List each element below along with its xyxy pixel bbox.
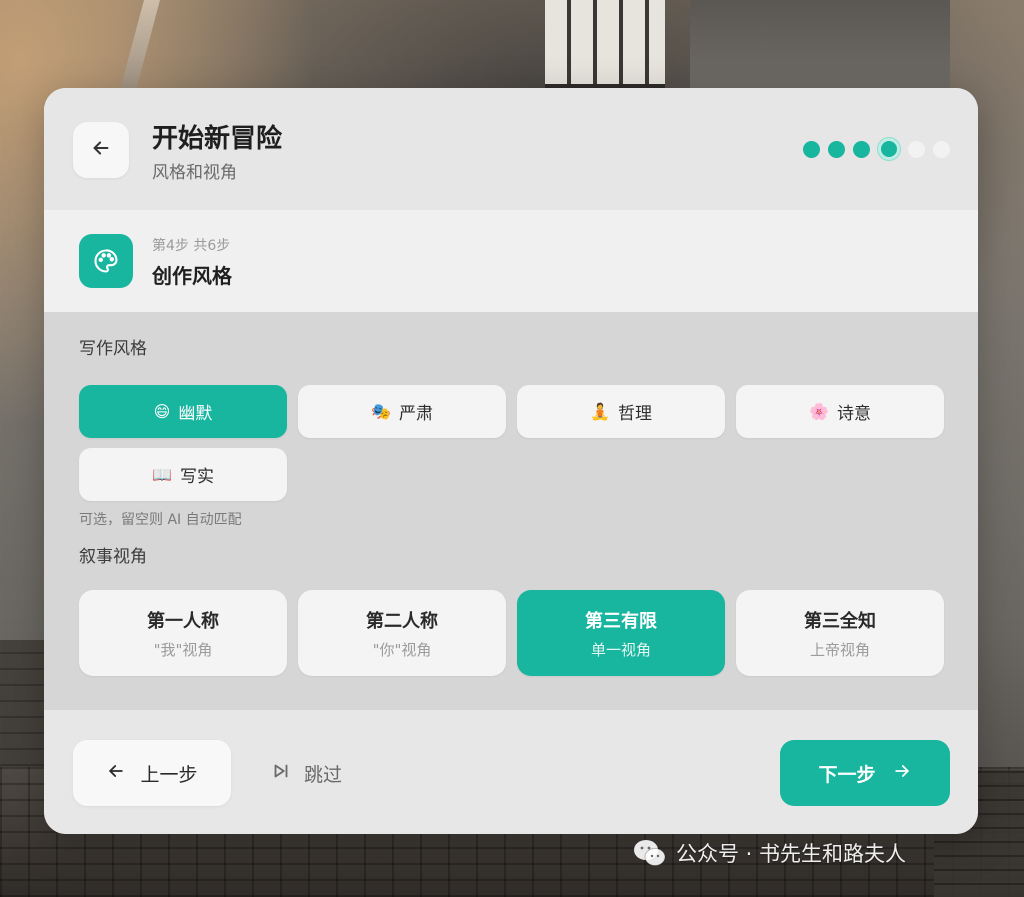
theater-masks-icon: 🎭 [371,401,391,421]
style-option-humor[interactable]: 😄 幽默 [79,385,287,438]
next-step-button[interactable]: 下一步 [780,740,950,806]
arrow-left-icon [106,761,126,786]
progress-dot-6 [933,140,950,158]
dialog-body: 写作风格 😄 幽默 🎭 严肃 🧘 哲理 🌸 诗意 📖 写实 可选，留空则 AI … [44,312,978,710]
meditation-icon: 🧘 [590,401,610,421]
style-option-poetic[interactable]: 🌸 诗意 [736,385,944,438]
step-count: 第4步 共6步 [152,238,231,254]
skip-forward-icon [270,760,292,787]
watermark: 公众号 · 书先生和路夫人 [632,838,906,868]
skip-label: 跳过 [304,763,343,786]
watermark-text: 公众号 · 书先生和路夫人 [676,842,907,866]
style-option-label: 写实 [179,467,214,487]
progress-dot-3 [853,140,870,158]
style-option-label: 严肃 [398,404,433,424]
style-option-label: 幽默 [178,404,213,424]
step-name: 创作风格 [152,264,232,288]
perspective-second-person[interactable]: 第二人称 "你"视角 [298,590,506,676]
perspective-third-limited[interactable]: 第三有限 单一视角 [517,590,725,676]
style-option-serious[interactable]: 🎭 严肃 [298,385,506,438]
dialog-subtitle: 风格和视角 [152,163,237,183]
progress-dot-1 [803,140,820,158]
progress-dot-5 [908,140,925,158]
background-building [690,0,950,90]
perspective-first-person[interactable]: 第一人称 "我"视角 [79,590,287,676]
previous-step-label: 上一步 [140,763,198,786]
perspective-label: 叙事视角 [79,547,147,567]
perspective-desc: "你"视角 [372,640,432,659]
dialog-header: 开始新冒险 风格和视角 [44,88,978,210]
perspective-title: 第一人称 [147,610,219,632]
perspective-desc: 单一视角 [590,640,651,659]
perspective-desc: 上帝视角 [809,640,870,659]
style-option-label: 诗意 [836,404,871,424]
new-adventure-dialog: 开始新冒险 风格和视角 第4步 共6步 创作风格 写作风格 😄 幽默 🎭 严肃 … [44,88,978,834]
previous-step-button[interactable]: 上一步 [73,740,231,806]
progress-dot-current [878,138,900,160]
dialog-footer: 上一步 跳过 下一步 [44,710,978,834]
progress-dot-2 [828,140,845,158]
style-option-label: 哲理 [617,404,652,424]
background-tower [545,0,665,90]
writing-style-label: 写作风格 [79,339,147,359]
cherry-blossom-icon: 🌸 [809,401,829,421]
step-info: 第4步 共6步 创作风格 [44,210,978,312]
palette-icon [79,234,133,288]
arrow-left-icon [90,137,112,163]
back-button[interactable] [73,122,129,178]
perspective-title: 第三有限 [585,610,657,632]
writing-style-hint: 可选，留空则 AI 自动匹配 [79,512,242,528]
perspective-title: 第二人称 [366,610,438,632]
style-option-philosophical[interactable]: 🧘 哲理 [517,385,725,438]
perspective-title: 第三全知 [804,610,876,632]
next-step-label: 下一步 [818,763,876,786]
perspective-third-omniscient[interactable]: 第三全知 上帝视角 [736,590,944,676]
step-progress-dots [803,138,950,160]
style-option-realistic[interactable]: 📖 写实 [79,448,287,501]
dialog-title: 开始新冒险 [152,124,283,154]
open-book-icon: 📖 [152,464,172,484]
wechat-icon [632,838,668,868]
perspective-desc: "我"视角 [153,640,213,659]
skip-button[interactable]: 跳过 [270,740,342,806]
grinning-face-icon: 😄 [153,401,171,421]
arrow-right-icon [892,761,912,786]
